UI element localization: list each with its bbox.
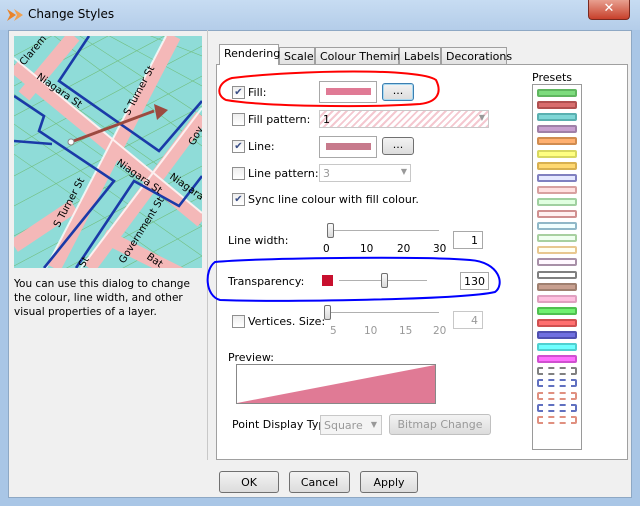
line-width-input[interactable]: 1	[453, 231, 483, 249]
ok-button[interactable]: OK	[219, 471, 279, 493]
line-width-slider-thumb[interactable]	[327, 223, 334, 238]
line-color-swatch[interactable]	[319, 136, 377, 158]
line-pattern-select[interactable]: 3 ▼	[319, 164, 411, 182]
preset-item[interactable]	[537, 210, 577, 218]
line-checkbox[interactable]: ✔	[232, 140, 245, 153]
fill-color-swatch[interactable]	[319, 81, 377, 103]
fill-pattern-value: 1	[323, 113, 330, 126]
title-bar[interactable]: Change Styles ✕	[0, 0, 640, 30]
preset-item[interactable]	[537, 113, 577, 122]
preset-item[interactable]	[537, 415, 577, 424]
preset-item[interactable]	[537, 161, 577, 170]
window-title: Change Styles	[28, 7, 115, 21]
preset-item[interactable]	[537, 173, 577, 182]
tick-label: 15	[399, 325, 413, 337]
preset-item[interactable]	[537, 355, 577, 364]
preset-item[interactable]	[537, 270, 577, 279]
preset-item[interactable]	[537, 101, 577, 110]
presets-list[interactable]	[532, 84, 582, 450]
preset-item[interactable]	[537, 222, 577, 231]
preset-item[interactable]	[537, 367, 577, 376]
line-width-label: Line width:	[228, 234, 289, 247]
bitmap-change-button[interactable]: Bitmap Change	[389, 414, 491, 435]
sync-checkbox[interactable]: ✔	[232, 193, 245, 206]
close-button[interactable]: ✕	[588, 0, 630, 20]
preset-item[interactable]	[537, 149, 577, 158]
line-color-button[interactable]: ...	[382, 137, 414, 155]
chevron-down-icon: ▼	[400, 167, 407, 176]
map-preview-image: Clarem Niagara St S Turner St Niagara St…	[14, 36, 202, 268]
point-display-value: Square	[324, 419, 363, 432]
preset-item[interactable]	[537, 403, 577, 412]
preset-item[interactable]	[537, 125, 577, 134]
dialog-description: You can use this dialog to change the co…	[14, 278, 190, 318]
preset-item[interactable]	[537, 331, 577, 339]
preset-item[interactable]	[537, 197, 577, 206]
app-icon	[7, 9, 23, 21]
tab-colour-theming[interactable]: Colour Theming	[315, 47, 407, 65]
apply-button[interactable]: Apply	[360, 471, 418, 493]
transparency-input[interactable]: 130	[460, 272, 489, 290]
tick-label: 30	[433, 243, 447, 255]
preset-item[interactable]	[537, 282, 577, 291]
tick-label: 20	[433, 325, 447, 337]
preset-item[interactable]	[537, 89, 577, 97]
presets-label: Presets	[532, 71, 573, 84]
preset-item[interactable]	[537, 379, 577, 388]
line-pattern-value: 3	[323, 167, 330, 180]
fill-checkbox[interactable]: ✔	[232, 86, 245, 99]
fill-pattern-checkbox[interactable]	[232, 113, 245, 126]
tick-label: 10	[364, 325, 378, 337]
fill-pattern-select[interactable]: 1 ▼	[319, 110, 489, 128]
preset-item[interactable]	[537, 306, 577, 315]
preset-item[interactable]	[537, 258, 577, 267]
cancel-button[interactable]: Cancel	[289, 471, 350, 493]
vertices-size-slider[interactable]	[327, 312, 439, 313]
fill-pattern-label: Fill pattern:	[248, 113, 311, 126]
preset-item[interactable]	[537, 391, 577, 400]
line-pattern-checkbox[interactable]	[232, 167, 245, 180]
vertices-label: Vertices. Size:	[248, 315, 326, 328]
preset-item[interactable]	[537, 294, 577, 303]
fill-color-button[interactable]: ...	[382, 83, 414, 101]
line-width-slider[interactable]	[327, 230, 439, 231]
vertices-size-slider-thumb[interactable]	[324, 305, 331, 320]
preset-item[interactable]	[537, 343, 577, 352]
tab-labels[interactable]: Labels	[399, 47, 441, 65]
preview-label: Preview:	[228, 351, 274, 364]
chevron-down-icon: ▼	[478, 113, 485, 122]
sync-label: Sync line colour with fill colour.	[248, 193, 419, 206]
tick-label: 20	[397, 243, 411, 255]
vertices-size-input[interactable]: 4	[453, 311, 483, 329]
tab-decorations[interactable]: Decorations	[441, 47, 512, 65]
tab-rendering[interactable]: Rendering	[219, 44, 280, 65]
vertices-checkbox[interactable]	[232, 315, 245, 328]
point-display-label: Point Display Typ	[232, 418, 326, 431]
tick-label: 0	[323, 243, 330, 255]
splitter[interactable]	[207, 30, 208, 460]
tick-label: 5	[330, 325, 337, 337]
transparency-slider-thumb[interactable]	[381, 273, 388, 288]
tab-scale[interactable]: Scale	[279, 47, 315, 65]
preset-item[interactable]	[537, 234, 577, 243]
point-display-select[interactable]: Square ▼	[320, 415, 382, 435]
preset-item[interactable]	[537, 246, 577, 255]
opaque-color-swatch	[322, 275, 333, 286]
preset-item[interactable]	[537, 185, 577, 194]
preset-item[interactable]	[537, 318, 577, 327]
line-pattern-label: Line pattern:	[248, 167, 319, 180]
chevron-down-icon: ▼	[370, 420, 377, 429]
transparent-color-swatch	[434, 275, 445, 286]
preset-item[interactable]	[537, 137, 577, 146]
tick-label: 10	[360, 243, 374, 255]
transparency-label: Transparency:	[228, 275, 305, 288]
line-label: Line:	[248, 140, 275, 153]
preview-box	[236, 364, 436, 404]
fill-label: Fill:	[248, 86, 267, 99]
